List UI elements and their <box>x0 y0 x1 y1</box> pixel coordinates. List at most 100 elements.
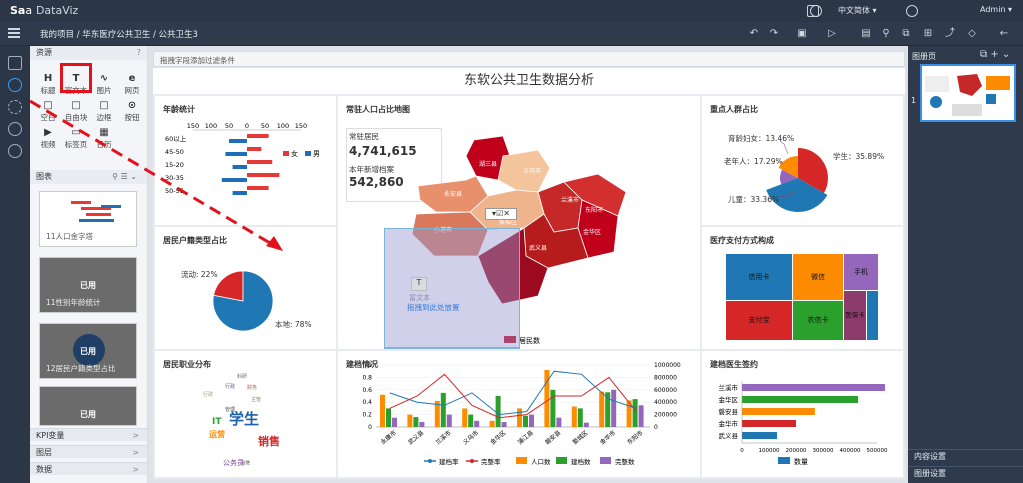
layout-icon[interactable]: ▤ <box>860 28 872 40</box>
settings-icon[interactable] <box>906 5 918 17</box>
treemap-cell <box>867 291 878 340</box>
back-icon[interactable]: ← <box>998 28 1010 40</box>
bar <box>462 408 468 427</box>
play-icon[interactable] <box>8 122 22 136</box>
panel-household[interactable]: 居民户籍类型占比 流动: 22% 本地: 78% <box>155 227 336 349</box>
panel-payment[interactable]: 医疗支付方式构成 信用卡 微信 手机 支付宝 农信卡 医保卡 <box>702 227 903 349</box>
bar-female <box>247 134 269 138</box>
region-label: 兰溪市 <box>561 196 579 204</box>
undo-icon[interactable]: ↶ <box>748 28 760 40</box>
bar <box>474 420 480 427</box>
resource-item[interactable]: H 标题 <box>34 72 62 98</box>
user-icon[interactable] <box>8 78 22 92</box>
refresh-icon[interactable] <box>8 100 22 114</box>
resource-item[interactable]: ∿ 图片 <box>90 72 118 98</box>
axis-tick: 100 <box>205 122 217 130</box>
region-label: 武义县 <box>529 244 547 252</box>
legend-label: 数量 <box>794 457 808 466</box>
panel-title: 医疗支付方式构成 <box>710 236 774 245</box>
panel-occupation[interactable]: 居民职业分布 学生 销售 运营 IT 公务员 科研 行政 财务 管理 行政 主管… <box>155 351 336 477</box>
y2-tick: 600000 <box>654 387 677 394</box>
resource-label: 标签页 <box>64 140 88 149</box>
word: 行政 <box>203 392 214 398</box>
legend-swatch <box>556 457 567 464</box>
x-tick: 义乌市 <box>461 429 480 447</box>
pie-label: 本地: 78% <box>275 320 312 329</box>
resource-item[interactable]: ⊙ 按钮 <box>118 99 146 125</box>
add-page-icon[interactable]: ⧉ + ⌄ <box>980 49 1010 60</box>
drop-placeholder[interactable]: T 富文本 拖拽到此处放置 <box>384 228 520 348</box>
resource-item[interactable]: ▶ 视频 <box>34 126 62 152</box>
bar <box>638 405 644 427</box>
bar <box>392 417 397 427</box>
accordion-data[interactable]: 数据 <box>30 462 147 476</box>
pie-label: 育龄妇女：13.46% <box>728 134 795 143</box>
resource-item[interactable]: ▦ 日历 <box>90 126 118 152</box>
page-number: 1 <box>911 96 917 105</box>
x-tick: 0 <box>740 448 744 454</box>
bar <box>380 394 385 427</box>
language-select[interactable]: 中文简体 ▾ <box>838 5 877 16</box>
resource-item[interactable]: e 网页 <box>118 72 146 98</box>
menu-icon[interactable] <box>8 28 20 38</box>
bar <box>440 392 446 427</box>
age-group-label: 50-55 <box>165 187 184 195</box>
panel-map[interactable]: 常驻人口占比地图 常驻居民 4,741,615 本年新增档案 542,860 湖… <box>338 96 700 349</box>
resource-label: 标题 <box>40 86 56 95</box>
redo-icon[interactable]: ↷ <box>768 28 780 40</box>
chart-thumb[interactable]: 已用 12居民户籍类型占比 <box>39 323 137 379</box>
filter-dropzone[interactable]: 拖拽字段添加过滤条件 <box>153 51 905 67</box>
page-thumbnail[interactable] <box>920 64 1016 122</box>
pages-title: 图册页 <box>912 52 936 61</box>
chart-thumb[interactable]: 11人口金字塔 <box>39 191 137 247</box>
save-icon[interactable]: ▣ <box>796 28 808 40</box>
panel-signing[interactable]: 建档医生签约 兰溪市 金华区 磐安县 金华市 武义县 0 100000 200000 30000… <box>702 351 903 477</box>
share-icon[interactable]: ⤴ <box>944 28 956 40</box>
panel-age[interactable]: 年龄统计 150 100 50 0 50 100 150 60以上 45-50 15-20 30-3… <box>155 96 336 225</box>
editor-toolbar: 我的项目 / 华东医疗公共卫生 / 公共卫生3 ↶ ↷ ▣ ▷ ▤ ⚲ ⧉ ⊞ … <box>0 22 1023 46</box>
pie-label: 老年人：17.29% <box>724 157 783 166</box>
tag-icon[interactable]: ◇ <box>966 28 978 40</box>
resource-label: 按钮 <box>124 113 140 122</box>
breadcrumb[interactable]: 我的项目 / 华东医疗公共卫生 / 公共卫生3 <box>40 28 198 40</box>
resource-label: 视频 <box>40 140 56 149</box>
resource-icon: □ <box>71 100 81 111</box>
help-icon[interactable] <box>810 5 822 17</box>
panel-tools[interactable]: ▾☑✕ <box>485 208 517 220</box>
x-tick: 200000 <box>786 448 807 454</box>
resource-icon: H <box>43 73 53 84</box>
legend-label: 男 <box>313 150 320 158</box>
y2-tick: 200000 <box>654 412 677 419</box>
resource-item[interactable]: □ 空白 <box>34 99 62 125</box>
user-menu[interactable]: Admin ▾ <box>980 5 1012 14</box>
bar <box>571 406 577 427</box>
axis-tick: 50 <box>225 122 233 130</box>
gear-icon[interactable] <box>8 144 22 158</box>
y-tick: 0.4 <box>362 399 372 406</box>
chart-thumb[interactable]: 已用 <box>39 386 137 426</box>
word: IT <box>212 417 222 427</box>
panel-focus[interactable]: 重点人群占比 育龄妇女：13.46% 老年人：17.29% 儿童：33.36% … <box>702 96 903 225</box>
bar <box>577 408 583 427</box>
age-group-label: 15-20 <box>165 161 184 169</box>
chart-thumb[interactable]: 已用 11性别年龄统计 <box>39 257 137 313</box>
accordion-kpi[interactable]: KPI变量 <box>30 428 147 442</box>
link-icon[interactable]: ⚲ <box>880 28 892 40</box>
accordion-layers[interactable]: 图层 <box>30 445 147 459</box>
preview-icon[interactable]: ▷ <box>826 28 838 40</box>
legend-swatch <box>305 151 311 156</box>
resource-item[interactable]: □ 自由块 <box>62 99 90 125</box>
bar-male <box>232 165 247 169</box>
content-settings[interactable]: 内容设置 <box>908 449 1023 463</box>
resource-item[interactable]: ▭ 标签页 <box>62 126 90 152</box>
copy-icon[interactable]: ⧉ <box>900 28 912 40</box>
resource-item[interactable]: □ 边框 <box>90 99 118 125</box>
axis-tick: 0 <box>245 122 249 130</box>
book-settings[interactable]: 图册设置 <box>908 466 1023 480</box>
panel-records[interactable]: 建档情况 1 0.8 0.6 0.4 0.2 0 1000000 800000 600000 40… <box>338 351 700 477</box>
monitor-icon[interactable] <box>8 56 22 70</box>
grid-icon[interactable]: ⊞ <box>922 28 934 40</box>
charts-header: 图表 ⚲ ☰ ⌄ <box>30 170 147 184</box>
treemap-cell: 医保卡 <box>844 291 866 340</box>
resource-label: 空白 <box>40 113 56 122</box>
